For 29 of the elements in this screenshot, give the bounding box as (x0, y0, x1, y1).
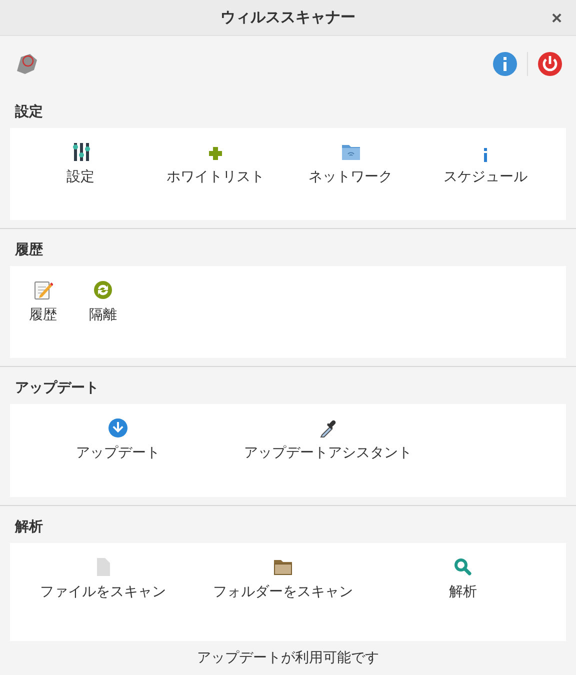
download-icon (108, 418, 128, 438)
notepad-pencil-icon (33, 280, 53, 300)
section-title: 履歴 (14, 241, 44, 260)
tool-button[interactable]: ネットワーク (283, 136, 418, 188)
sliders-icon (70, 142, 90, 162)
close-button[interactable]: × (547, 8, 566, 29)
info-icon (483, 148, 488, 162)
tool-button[interactable]: アップデートアシスタント (223, 412, 433, 464)
section-title: 設定 (14, 102, 44, 122)
status-text: アップデートが利用可能です (197, 649, 379, 667)
network-folder-icon (340, 142, 360, 162)
folder-icon (273, 557, 293, 577)
tool-button[interactable]: ファイルをスキャン (13, 551, 193, 603)
tool-button[interactable]: スケジュール (418, 136, 553, 188)
tool-button[interactable]: 設定 (13, 136, 148, 188)
tool-button[interactable]: ホワイトリスト (148, 136, 283, 188)
tool-button[interactable]: フォルダーをスキャン (193, 551, 373, 603)
window-title: ウィルススキャナー (220, 8, 356, 27)
refresh-icon (93, 280, 113, 300)
search-icon (453, 557, 473, 577)
section-title: アップデート (14, 379, 100, 398)
info-icon[interactable] (493, 52, 517, 76)
tool-button[interactable]: 履歴 (13, 274, 73, 326)
section-title: 解析 (14, 518, 44, 537)
tool-button[interactable]: 隔離 (73, 274, 133, 326)
tool-button[interactable]: 解析 (373, 551, 553, 603)
dropper-icon (318, 418, 338, 438)
tool-button[interactable]: アップデート (13, 412, 223, 464)
power-icon[interactable] (538, 52, 562, 76)
